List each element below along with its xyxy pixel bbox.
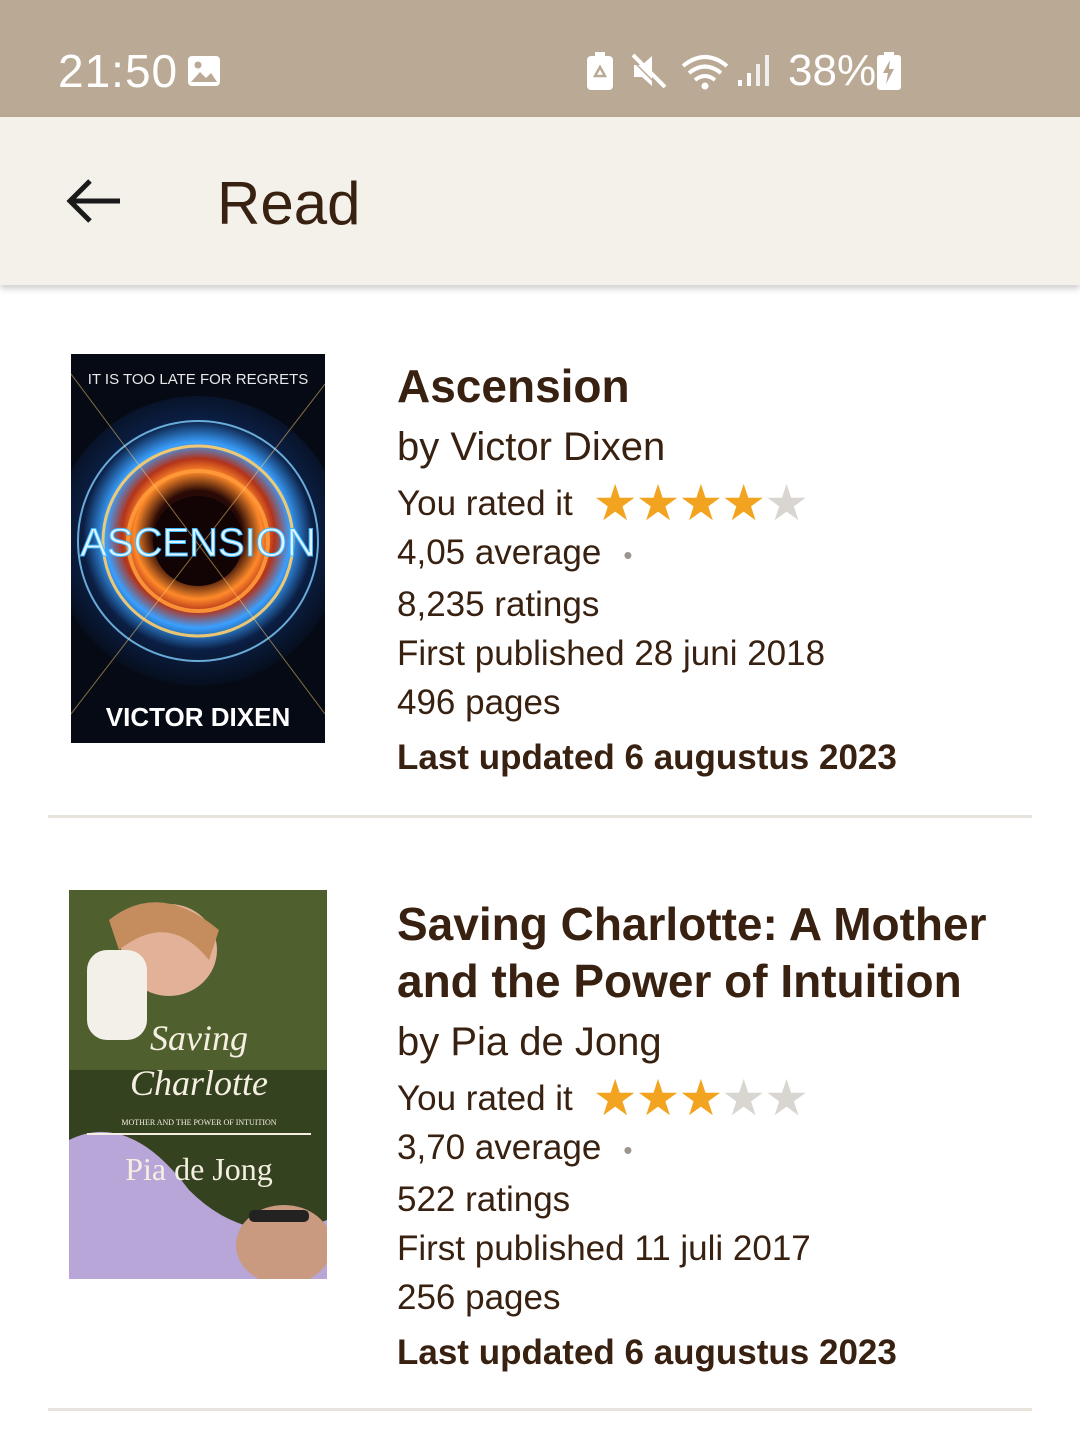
page-title: Read (217, 170, 361, 237)
list-item[interactable]: IT IS TOO LATE FOR REGRETS ASCENSION VIC… (48, 300, 1032, 818)
battery-percent: 38% (788, 46, 877, 95)
wifi-icon (681, 55, 729, 90)
app-bar: Read (0, 117, 1080, 285)
last-updated: Last updated 6 augustus 2023 (397, 738, 897, 777)
book-info: Saving Charlotte: A Mother and the Power… (397, 896, 1017, 1380)
separator-dot: • (623, 540, 633, 570)
cover-subtitle: MOTHER AND THE POWER OF INTUITION (121, 1118, 276, 1127)
star-empty-icon[interactable]: ★ (764, 478, 809, 528)
cover-author: VICTOR DIXEN (106, 702, 290, 732)
rated-label: You rated it (397, 484, 573, 523)
book-author[interactable]: by Victor Dixen (397, 421, 1017, 473)
star-empty-icon[interactable]: ★ (721, 1073, 766, 1123)
user-rating-row: You rated it ★ ★ ★ ★ ★ (397, 478, 1017, 528)
book-title[interactable]: Ascension (397, 358, 1017, 415)
cover-author: Pia de Jong (125, 1151, 273, 1187)
star-filled-icon[interactable]: ★ (636, 478, 681, 528)
page-count: 496 pages (397, 683, 561, 722)
status-bar: 21:50 38% (0, 0, 1080, 117)
cover-title: ASCENSION (80, 521, 316, 565)
first-published: First published 11 juli 2017 (397, 1229, 811, 1268)
status-time: 21:50 (58, 45, 179, 97)
last-updated: Last updated 6 augustus 2023 (397, 1333, 897, 1372)
average-rating: 3,70 average • (397, 1128, 633, 1167)
list-item[interactable]: Saving Charlotte MOTHER AND THE POWER OF… (48, 832, 1032, 1411)
star-filled-icon[interactable]: ★ (678, 478, 723, 528)
gallery-icon (188, 56, 220, 86)
battery-saver-icon (587, 52, 613, 90)
average-rating: 4,05 average • (397, 533, 633, 572)
page-count: 256 pages (397, 1278, 561, 1317)
book-info: Ascension by Victor Dixen You rated it ★… (397, 358, 1017, 785)
cover-title-line1: Saving (150, 1018, 248, 1058)
star-rating[interactable]: ★ ★ ★ ★ ★ (593, 478, 809, 528)
star-rating[interactable]: ★ ★ ★ ★ ★ (593, 1073, 809, 1123)
mute-icon (630, 53, 667, 90)
rated-label: You rated it (397, 1079, 573, 1118)
ratings-count: 522 ratings (397, 1180, 571, 1219)
cover-tagline: IT IS TOO LATE FOR REGRETS (88, 371, 309, 388)
signal-icon (738, 55, 769, 86)
user-rating-row: You rated it ★ ★ ★ ★ ★ (397, 1073, 1017, 1123)
ratings-count: 8,235 ratings (397, 585, 600, 624)
star-filled-icon[interactable]: ★ (593, 478, 638, 528)
star-empty-icon[interactable]: ★ (764, 1073, 809, 1123)
star-filled-icon[interactable]: ★ (593, 1073, 638, 1123)
arrow-left-icon[interactable] (56, 169, 136, 233)
star-filled-icon[interactable]: ★ (678, 1073, 723, 1123)
first-published: First published 28 juni 2018 (397, 634, 826, 673)
star-filled-icon[interactable]: ★ (636, 1073, 681, 1123)
book-cover[interactable]: IT IS TOO LATE FOR REGRETS ASCENSION VIC… (71, 354, 325, 743)
book-author[interactable]: by Pia de Jong (397, 1016, 1017, 1068)
star-filled-icon[interactable]: ★ (721, 478, 766, 528)
separator-dot: • (623, 1135, 633, 1165)
cover-title-line2: Charlotte (130, 1063, 268, 1103)
battery-charging-icon (877, 52, 901, 90)
book-title[interactable]: Saving Charlotte: A Mother and the Power… (397, 896, 1017, 1010)
book-cover[interactable]: Saving Charlotte MOTHER AND THE POWER OF… (69, 890, 327, 1279)
